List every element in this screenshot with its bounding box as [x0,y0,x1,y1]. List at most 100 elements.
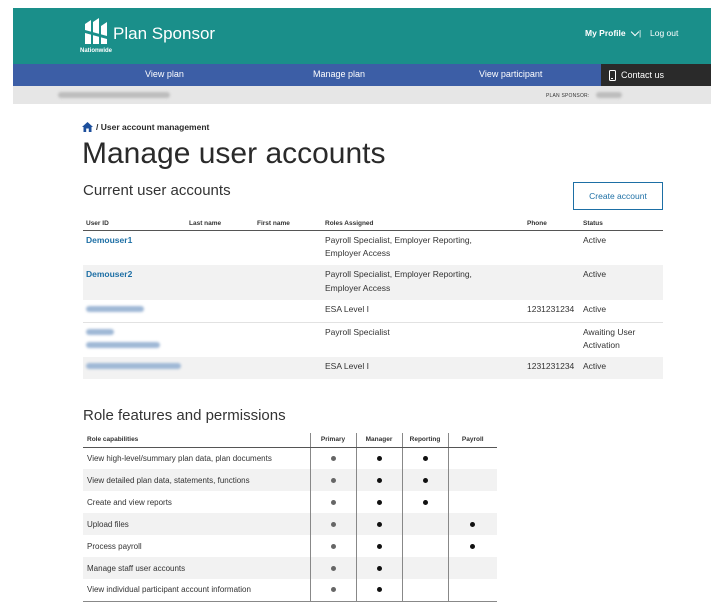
nav-view-plan[interactable]: View plan [145,69,184,79]
chevron-down-icon [630,27,639,36]
roles-cell: ESA Level I [322,300,524,323]
permission-dot-icon [422,477,428,483]
redacted-user-id-link[interactable] [86,363,181,369]
role-capability-row: Manage staff user accounts [83,557,497,579]
col-last-name[interactable]: Last name [186,218,254,231]
permission-cell-manager [355,557,402,579]
last-name-cell [186,357,254,379]
permission-cell-payroll [447,557,497,579]
phone-cell [524,322,580,357]
permission-dot-icon [330,477,336,483]
last-name-cell [186,265,254,300]
roles-table-header: Role capabilities Primary Manager Report… [83,433,497,448]
permission-dot-icon [376,455,382,461]
col-manager: Manager [355,433,402,448]
permission-cell-reporting [401,513,448,535]
col-first-name[interactable]: First name [254,218,322,231]
first-name-cell [254,357,322,379]
my-profile-label: My Profile [585,28,626,38]
redacted-plan-sponsor [596,92,622,98]
capability-label: Manage staff user accounts [83,557,310,579]
permission-dot-icon [330,455,336,461]
col-phone[interactable]: Phone [524,218,580,231]
role-capability-row: View individual participant account info… [83,579,497,602]
plan-info-bar: PLAN SPONSOR: [13,86,711,104]
permission-dot-icon [330,521,336,527]
col-status[interactable]: Status [580,218,663,231]
redacted-user-id-link[interactable] [86,306,144,312]
permission-cell-manager [355,535,402,557]
last-name-cell [186,230,254,265]
roles-cell: Payroll Specialist [325,326,390,337]
redacted-user-id-link[interactable] [86,328,114,335]
roles-line: Employer Access [325,248,391,258]
nav-manage-plan[interactable]: Manage plan [313,69,365,79]
permission-cell-reporting [401,491,448,513]
permission-dot-icon [376,521,382,527]
permission-dot-icon [470,521,476,527]
table-row: ESA Level I 1231231234 Active [83,357,663,379]
permission-cell-manager [355,469,402,491]
col-user-id[interactable]: User ID [83,218,186,231]
roles-line: Payroll Specialist, Employer Reporting, [325,234,472,245]
permission-cell-reporting [401,469,448,491]
capability-label: Process payroll [87,541,142,551]
first-name-cell [254,322,322,357]
page-title: Manage user accounts [82,137,386,170]
status-line: Awaiting User [583,326,636,337]
permission-cell-primary [309,535,356,557]
redacted-plan-name [58,92,170,98]
capability-label: View high-level/summary plan data, plan … [87,453,272,463]
app-title: Plan Sponsor [113,24,216,43]
user-id-link[interactable]: Demouser2 [86,269,132,279]
my-profile-menu[interactable]: My Profile [585,27,639,38]
contact-us-button[interactable]: Contact us [601,64,711,86]
roles-line: Employer Access [325,282,391,293]
permission-dot-icon [330,499,336,505]
permission-cell-payroll [447,491,497,513]
first-name-cell [254,300,322,323]
role-features-title: Role features and permissions [83,407,286,424]
status-cell: Active [580,357,663,379]
permission-dot-icon [470,543,476,549]
last-name-cell [186,300,254,323]
last-name-cell [186,322,254,357]
permission-dot-icon [376,477,382,483]
status-line: Activation [583,340,620,350]
permission-dot-icon [330,543,336,549]
phone-cell: 1231231234 [524,300,580,323]
home-icon[interactable] [82,122,93,132]
create-account-button[interactable]: Create account [573,182,663,210]
permission-cell-payroll [447,513,497,535]
role-capability-row: Create and view reports [83,491,497,513]
permission-cell-primary [309,491,356,513]
permission-cell-payroll [447,469,497,491]
permission-dot-icon [376,565,382,571]
top-header: Nationwide Plan Sponsor My Profile | Log… [13,8,711,64]
col-reporting: Reporting [401,433,448,448]
permission-dot-icon [376,543,382,549]
col-roles[interactable]: Roles Assigned [322,218,524,231]
permission-cell-reporting [401,557,448,579]
status-cell: Active [580,265,663,300]
phone-icon [609,69,616,81]
permission-cell-primary [309,557,356,579]
roles-table-body: View high-level/summary plan data, plan … [83,447,497,602]
table-row: Demouser2 Payroll Specialist, Employer R… [83,265,663,300]
breadcrumb-current: / User account management [96,122,210,132]
nav-view-participant[interactable]: View participant [479,69,542,79]
capability-label: View individual participant account info… [83,579,310,602]
user-id-link[interactable]: Demouser1 [86,235,132,245]
redacted-user-email [86,342,160,348]
table-row: ESA Level I 1231231234 Active [83,300,663,323]
logout-link[interactable]: Log out [650,28,678,38]
contact-us-label: Contact us [621,70,665,80]
status-cell: Active [580,300,663,323]
permission-cell-payroll [447,579,497,602]
phone-cell [524,265,580,300]
permission-cell-payroll [447,535,497,557]
plan-sponsor-label: PLAN SPONSOR: [546,93,590,99]
permission-cell-reporting [401,579,448,602]
user-table-header: User ID Last name First name Roles Assig… [83,218,663,231]
roles-cell: Payroll Specialist, Employer Reporting, E… [322,265,524,300]
